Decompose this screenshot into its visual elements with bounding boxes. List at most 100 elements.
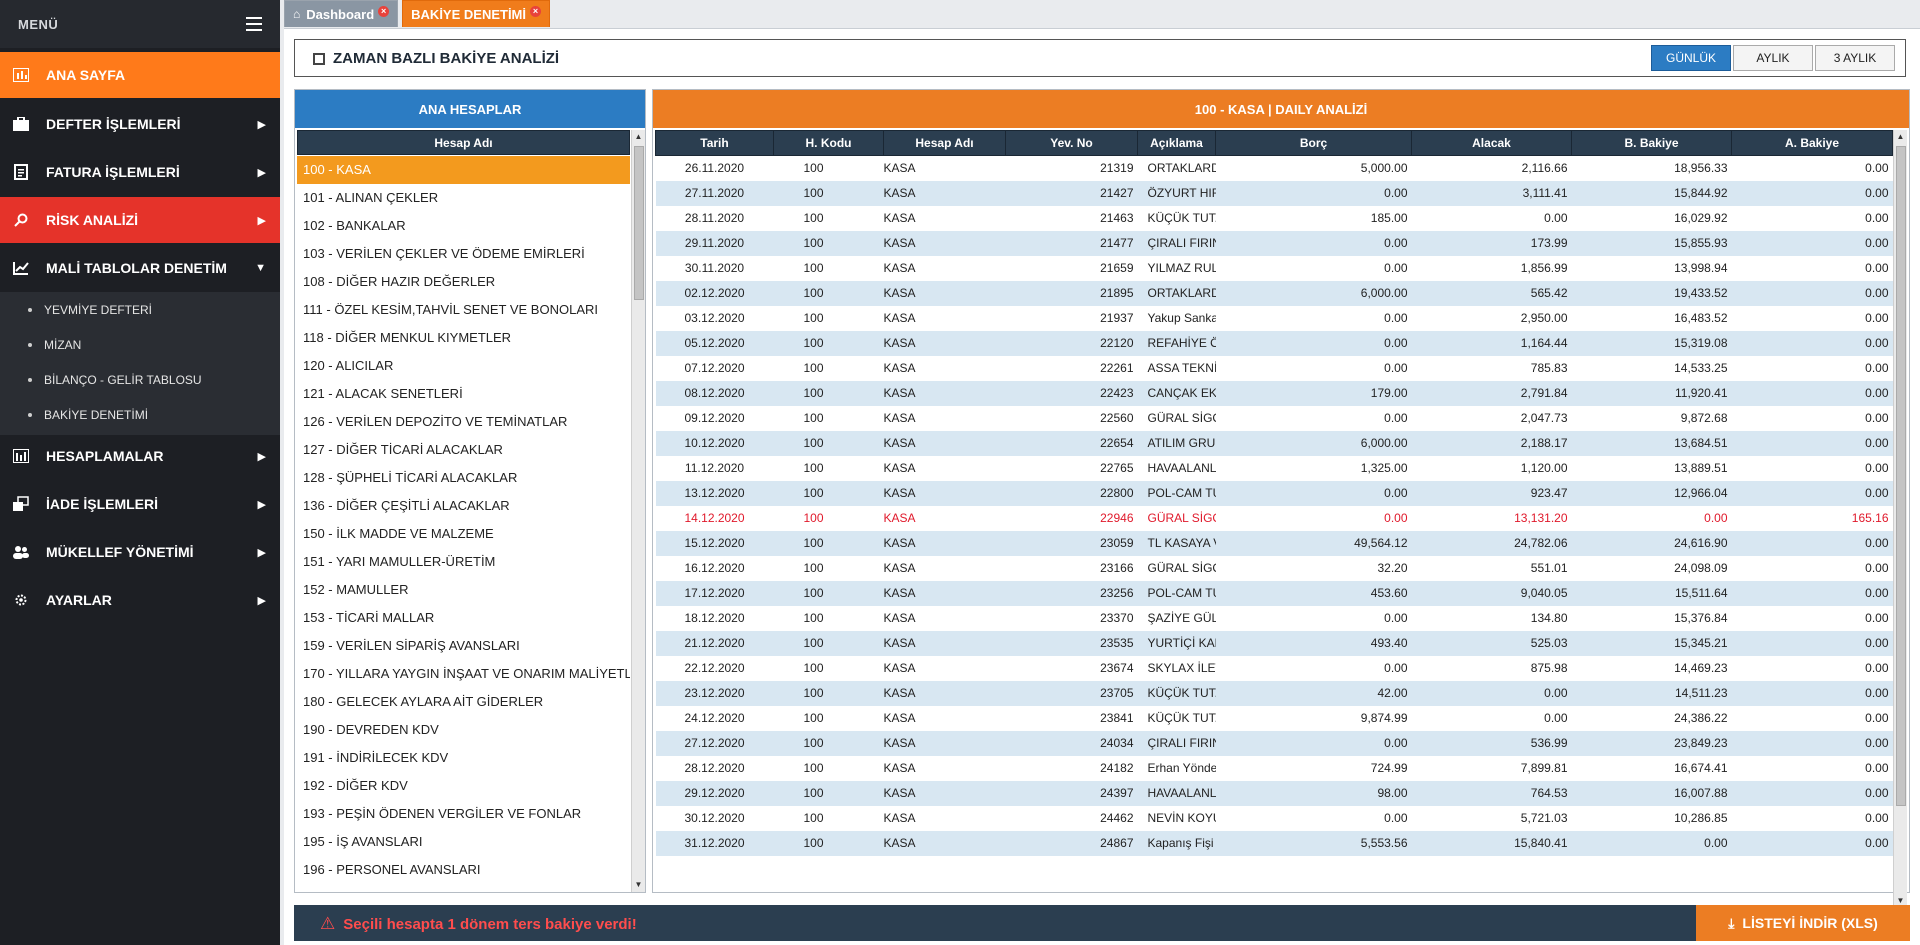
tab-bakiye-denetimi[interactable]: BAKİYE DENETİMİ × bbox=[402, 0, 550, 27]
account-item[interactable]: 121 - ALACAK SENETLERİ bbox=[297, 380, 630, 408]
period-aylik-button[interactable]: AYLIK bbox=[1733, 45, 1813, 71]
close-icon[interactable]: × bbox=[530, 5, 541, 17]
table-cell: KASA bbox=[883, 530, 1006, 556]
hamburger-menu-icon[interactable] bbox=[246, 17, 262, 31]
table-cell: 0.00 bbox=[1215, 655, 1412, 681]
account-item[interactable]: 196 - PERSONEL AVANSLARI bbox=[297, 856, 630, 878]
account-item[interactable]: 111 - ÖZEL KESİM,TAHVİL SENET VE BONOLAR… bbox=[297, 296, 630, 324]
table-cell: 0.00 bbox=[1215, 405, 1412, 431]
account-item[interactable]: 100 - KASA bbox=[297, 156, 630, 184]
sidebar-item-risk-analizi[interactable]: RİSK ANALİZİ ▶ bbox=[0, 197, 280, 243]
table-cell: 0.00 bbox=[1215, 805, 1412, 831]
account-item[interactable]: 103 - VERİLEN ÇEKLER VE ÖDEME EMİRLERİ bbox=[297, 240, 630, 268]
column-header[interactable]: Alacak bbox=[1411, 130, 1572, 156]
account-item[interactable]: 195 - İŞ AVANSLARI bbox=[297, 828, 630, 856]
account-item[interactable]: 191 - İNDİRİLECEK KDV bbox=[297, 744, 630, 772]
table-row[interactable]: 03.12.2020 100 KASA 21937 Yakup Sanka 0.00 2,9… bbox=[655, 305, 1893, 331]
column-header[interactable]: Borç bbox=[1215, 130, 1412, 156]
table-cell: 493.40 bbox=[1215, 630, 1412, 656]
table-row[interactable]: 14.12.2020 100 KASA 22946 GÜRAL SİGC 0.00 13,1… bbox=[655, 505, 1893, 531]
table-row[interactable]: 28.12.2020 100 KASA 24182 Erhan Yönde 724.99 7… bbox=[655, 755, 1893, 781]
account-item[interactable]: 170 - YILLARA YAYGIN İNŞAAT VE ONARIM MA… bbox=[297, 660, 630, 688]
table-row[interactable]: 09.12.2020 100 KASA 22560 GÜRAL SİGC 0.00 2,04… bbox=[655, 405, 1893, 431]
table-row[interactable]: 13.12.2020 100 KASA 22800 POL-CAM TU 0.00 923.… bbox=[655, 480, 1893, 506]
accounts-scrollbar[interactable]: ▲ ▼ bbox=[631, 130, 645, 892]
table-row[interactable]: 28.11.2020 100 KASA 21463 KÜÇÜK TUT. 185.00 0.… bbox=[655, 205, 1893, 231]
account-item[interactable]: 192 - DİĞER KDV bbox=[297, 772, 630, 800]
account-item[interactable]: 102 - BANKALAR bbox=[297, 212, 630, 240]
column-header[interactable]: B. Bakiye bbox=[1571, 130, 1732, 156]
table-row[interactable]: 27.12.2020 100 KASA 24034 ÇIRALI FIRIN 0.00 53… bbox=[655, 730, 1893, 756]
column-header[interactable]: Yev. No bbox=[1005, 130, 1138, 156]
table-row[interactable]: 22.12.2020 100 KASA 23674 SKYLAX İLET 0.00 875… bbox=[655, 655, 1893, 681]
table-row[interactable]: 30.11.2020 100 KASA 21659 YILMAZ RULI 0.00 1,8… bbox=[655, 255, 1893, 281]
sidebar-item-ana-sayfa[interactable]: ANA SAYFA bbox=[0, 52, 280, 98]
sidebar-item-iade[interactable]: İADE İŞLEMLERİ ▶ bbox=[0, 481, 280, 527]
account-item[interactable]: 136 - DİĞER ÇEŞİTLİ ALACAKLAR bbox=[297, 492, 630, 520]
account-item[interactable]: 190 - DEVREDEN KDV bbox=[297, 716, 630, 744]
table-row[interactable]: 18.12.2020 100 KASA 23370 ŞAZİYE GÜLI 0.00 134… bbox=[655, 605, 1893, 631]
column-header[interactable]: Tarih bbox=[655, 130, 774, 156]
sidebar-item-defter[interactable]: DEFTER İŞLEMLERİ ▶ bbox=[0, 101, 280, 147]
close-icon[interactable]: × bbox=[378, 5, 390, 17]
sidebar-item-ayarlar[interactable]: AYARLAR ▶ bbox=[0, 577, 280, 623]
table-row[interactable]: 30.12.2020 100 KASA 24462 NEVİN KOYU 0.00 5,72… bbox=[655, 805, 1893, 831]
tab-dashboard[interactable]: ⌂ Dashboard × bbox=[284, 0, 399, 27]
sidebar-item-hesaplamalar[interactable]: HESAPLAMALAR ▶ bbox=[0, 433, 280, 479]
sidebar-item-mukellef[interactable]: MÜKELLEF YÖNETİMİ ▶ bbox=[0, 529, 280, 575]
table-row[interactable]: 02.12.2020 100 KASA 21895 ORTAKLARD 6,000.00 5… bbox=[655, 280, 1893, 306]
table-row[interactable]: 17.12.2020 100 KASA 23256 POL-CAM TU 453.60 9,… bbox=[655, 580, 1893, 606]
table-cell: 100 bbox=[773, 680, 884, 706]
table-row[interactable]: 26.11.2020 100 KASA 21319 ORTAKLARD 5,000.00 2… bbox=[655, 155, 1893, 181]
table-row[interactable]: 29.11.2020 100 KASA 21477 ÇIRALI FIRIN 0.00 17… bbox=[655, 230, 1893, 256]
table-row[interactable]: 11.12.2020100KASA22765HAVAALANLA1,325.00… bbox=[655, 455, 1893, 481]
period-gunluk-button[interactable]: GÜNLÜK bbox=[1651, 45, 1731, 71]
account-item[interactable]: 101 - ALINAN ÇEKLER bbox=[297, 184, 630, 212]
table-cell: 0.00 bbox=[1731, 180, 1893, 206]
table-cell: 3,111.41 bbox=[1411, 180, 1572, 206]
table-cell: 13.12.2020 bbox=[655, 480, 774, 506]
column-header[interactable]: Açıklama bbox=[1137, 130, 1216, 156]
account-item[interactable]: 126 - VERİLEN DEPOZİTO VE TEMİNATLAR bbox=[297, 408, 630, 436]
column-header[interactable]: A. Bakiye bbox=[1731, 130, 1893, 156]
submenu-item-bilanco[interactable]: BİLANÇO - GELİR TABLOSU bbox=[0, 362, 280, 397]
table-row[interactable]: 23.12.2020 100 KASA 23705 KÜÇÜK TUT. 42.00 0.0… bbox=[655, 680, 1893, 706]
table-row[interactable]: 21.12.2020 100 KASA 23535 YURTİÇİ KAF 493.40 5… bbox=[655, 630, 1893, 656]
account-item[interactable]: 151 - YARI MAMULLER-ÜRETİM bbox=[297, 548, 630, 576]
table-row[interactable]: 08.12.2020100KASA22423CANÇAK EKS179.002,… bbox=[655, 380, 1893, 406]
table-row[interactable]: 05.12.2020 100 KASA 22120 REFAHİYE Ö 0.00 1,16… bbox=[655, 330, 1893, 356]
account-item[interactable]: 180 - GELECEK AYLARA AİT GİDERLER bbox=[297, 688, 630, 716]
table-row[interactable]: 10.12.2020 100 KASA 22654 ATILIM GRUF 6,000.0… bbox=[655, 430, 1893, 456]
table-row[interactable]: 24.12.2020 100 KASA 23841 KÜÇÜK TUT. 9,874.99… bbox=[655, 705, 1893, 731]
account-item[interactable]: 150 - İLK MADDE VE MALZEME bbox=[297, 520, 630, 548]
account-item[interactable]: 127 - DİĞER TİCARİ ALACAKLAR bbox=[297, 436, 630, 464]
sidebar-item-mali-tablolar[interactable]: MALİ TABLOLAR DENETİM ▼ bbox=[0, 245, 280, 291]
table-row[interactable]: 15.12.2020 100 KASA 23059 TL KASAYA V 49,564.… bbox=[655, 530, 1893, 556]
table-row[interactable]: 16.12.2020 100 KASA 23166 GÜRAL SİGC 32.20 551… bbox=[655, 555, 1893, 581]
account-item[interactable]: 153 - TİCARİ MALLAR bbox=[297, 604, 630, 632]
account-item[interactable]: 152 - MAMULLER bbox=[297, 576, 630, 604]
table-scrollbar[interactable]: ▲ ▼ bbox=[1893, 130, 1907, 908]
table-cell: 16,029.92 bbox=[1571, 205, 1732, 231]
table-cell: KASA bbox=[883, 455, 1006, 481]
submenu-item-bakiye-denetimi[interactable]: BAKİYE DENETİMİ bbox=[0, 397, 280, 432]
account-item[interactable]: 193 - PEŞİN ÖDENEN VERGİLER VE FONLAR bbox=[297, 800, 630, 828]
account-item[interactable]: 128 - ŞÜPHELİ TİCARİ ALACAKLAR bbox=[297, 464, 630, 492]
column-header[interactable]: Hesap Adı bbox=[883, 130, 1006, 156]
table-row[interactable]: 29.12.2020100KASA24397HAVAALANLA98.00764… bbox=[655, 780, 1893, 806]
sidebar-item-fatura[interactable]: FATURA İŞLEMLERİ ▶ bbox=[0, 149, 280, 195]
account-item[interactable]: 159 - VERİLEN SİPARİŞ AVANSLARI bbox=[297, 632, 630, 660]
submenu-item-mizan[interactable]: MİZAN bbox=[0, 327, 280, 362]
report-icon bbox=[313, 52, 325, 65]
account-item[interactable]: 108 - DİĞER HAZIR DEĞERLER bbox=[297, 268, 630, 296]
table-row[interactable]: 27.11.2020 100 KASA 21427 ÖZYURT HIR 0.00 3,11… bbox=[655, 180, 1893, 206]
sidebar-item-label: İADE İŞLEMLERİ bbox=[46, 496, 159, 512]
period-3aylik-button[interactable]: 3 AYLIK bbox=[1815, 45, 1895, 71]
account-item[interactable]: 120 - ALICILAR bbox=[297, 352, 630, 380]
account-item[interactable]: 118 - DİĞER MENKUL KIYMETLER bbox=[297, 324, 630, 352]
column-header[interactable]: H. Kodu bbox=[773, 130, 884, 156]
submenu-item-yevmiye[interactable]: YEVMİYE DEFTERİ bbox=[0, 292, 280, 327]
download-xls-button[interactable]: ⤓ LİSTEYİ İNDİR (XLS) bbox=[1696, 905, 1910, 941]
table-row[interactable]: 31.12.2020 100 KASA 24867 Kapanış Fişi 5,553.… bbox=[655, 830, 1893, 856]
table-row[interactable]: 07.12.2020 100 KASA 22261 ASSA TEKNİI 0.00 785… bbox=[655, 355, 1893, 381]
